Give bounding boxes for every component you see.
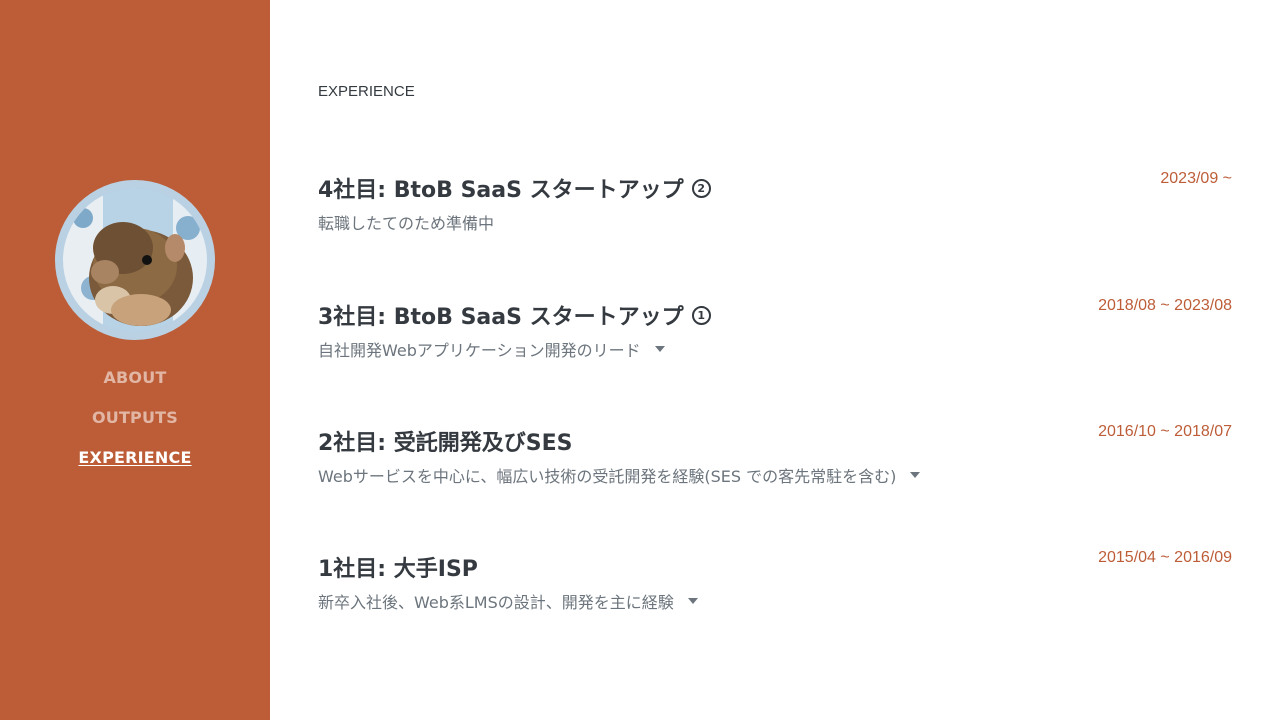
caret-down-icon[interactable]	[654, 346, 665, 352]
sidebar-nav: ABOUT OUTPUTS EXPERIENCE	[78, 368, 191, 488]
job-title: 2社目: 受託開発及びSES	[318, 425, 1232, 457]
job-title-text: 3社目: BtoB SaaS スタートアップ	[318, 305, 684, 330]
job-entry-1: 1社目: 大手ISP 新卒入社後、Web系LMSの設計、開発を主に経験 2015…	[318, 549, 1232, 613]
job-title: 3社目: BtoB SaaS スタートアップ 1	[318, 299, 1232, 331]
job-entry-2: 2社目: 受託開発及びSES Webサービスを中心に、幅広い技術の受託開発を経験…	[318, 423, 1232, 487]
avatar-photo	[63, 188, 207, 332]
job-title: 4社目: BtoB SaaS スタートアップ 2	[318, 172, 1232, 204]
job-entry-4: 4社目: BtoB SaaS スタートアップ 2 転職したてのため準備中 202…	[318, 170, 1232, 234]
job-date: 2015/04 ~ 2016/09	[1098, 549, 1232, 566]
sidebar: ABOUT OUTPUTS EXPERIENCE	[0, 0, 270, 720]
job-title-text: 1社目: 大手ISP	[318, 557, 478, 582]
circled-number-badge: 1	[691, 305, 711, 325]
job-description-toggle[interactable]: Webサービスを中心に、幅広い技術の受託開発を経験(SES での客先常駐を含む)	[318, 463, 1232, 487]
job-description-toggle[interactable]: 新卒入社後、Web系LMSの設計、開発を主に経験	[318, 589, 1232, 613]
nav-link-about[interactable]: ABOUT	[103, 368, 166, 387]
job-date: 2018/08 ~ 2023/08	[1098, 297, 1232, 314]
job-entry-3: 3社目: BtoB SaaS スタートアップ 1 自社開発Webアプリケーション…	[318, 297, 1232, 361]
avatar	[55, 180, 215, 340]
job-date: 2016/10 ~ 2018/07	[1098, 423, 1232, 440]
section-title: EXPERIENCE	[318, 83, 415, 100]
job-title: 1社目: 大手ISP	[318, 551, 1232, 583]
job-title-text: 2社目: 受託開発及びSES	[318, 431, 573, 456]
nav-link-outputs[interactable]: OUTPUTS	[92, 408, 178, 427]
nav-item-about: ABOUT	[78, 368, 191, 408]
job-date: 2023/09 ~	[1160, 170, 1232, 187]
job-description-toggle[interactable]: 自社開発Webアプリケーション開発のリード	[318, 337, 1232, 361]
job-title-text: 4社目: BtoB SaaS スタートアップ	[318, 178, 684, 203]
job-description-text: 新卒入社後、Web系LMSの設計、開発を主に経験	[318, 593, 674, 612]
caret-down-icon[interactable]	[687, 598, 698, 604]
nav-link-experience[interactable]: EXPERIENCE	[78, 448, 191, 467]
nav-item-outputs: OUTPUTS	[78, 408, 191, 448]
job-description-text: 自社開発Webアプリケーション開発のリード	[318, 341, 641, 360]
caret-down-icon[interactable]	[910, 472, 921, 478]
job-description: 転職したてのため準備中	[318, 210, 1232, 234]
nav-item-experience: EXPERIENCE	[78, 448, 191, 488]
circled-number-badge: 2	[691, 178, 711, 198]
job-description-text: 転職したてのため準備中	[318, 214, 495, 233]
job-description-text: Webサービスを中心に、幅広い技術の受託開発を経験(SES での客先常駐を含む)	[318, 467, 897, 486]
